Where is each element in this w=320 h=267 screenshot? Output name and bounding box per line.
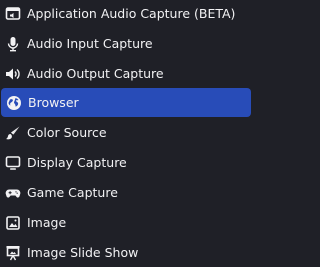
menu-item-audio-output-capture[interactable]: Audio Output Capture [0,59,252,89]
speaker-icon [4,65,22,83]
menu-item-label: Image Slide Show [27,244,139,260]
menu-item-game-capture[interactable]: Game Capture [0,178,252,208]
sources-menu: Application Audio Capture (BETA) Audio I… [0,0,252,267]
menu-item-label: Application Audio Capture (BETA) [27,5,236,21]
menu-item-image-slide-show[interactable]: Image Slide Show [0,238,252,267]
globe-icon [5,94,23,112]
menu-item-color-source[interactable]: Color Source [0,118,252,148]
menu-item-display-capture[interactable]: Display Capture [0,148,252,178]
menu-item-label: Display Capture [27,154,127,170]
menu-item-browser[interactable]: Browser [1,88,251,117]
menu-item-application-audio-capture[interactable]: Application Audio Capture (BETA) [0,0,252,29]
paintbrush-icon [4,124,22,142]
monitor-icon [4,154,22,172]
menu-item-label: Image [27,214,67,230]
microphone-icon [4,35,22,53]
menu-item-image[interactable]: Image [0,208,252,238]
gamepad-icon [4,184,22,202]
menu-item-label: Audio Output Capture [27,65,164,81]
menu-item-label: Color Source [27,124,107,140]
menu-item-audio-input-capture[interactable]: Audio Input Capture [0,29,252,59]
window-audio-icon [4,5,22,23]
menu-item-label: Game Capture [27,184,118,200]
menu-item-label: Audio Input Capture [27,35,153,51]
slideshow-icon [4,244,22,262]
menu-item-label: Browser [28,94,79,110]
image-icon [4,214,22,232]
